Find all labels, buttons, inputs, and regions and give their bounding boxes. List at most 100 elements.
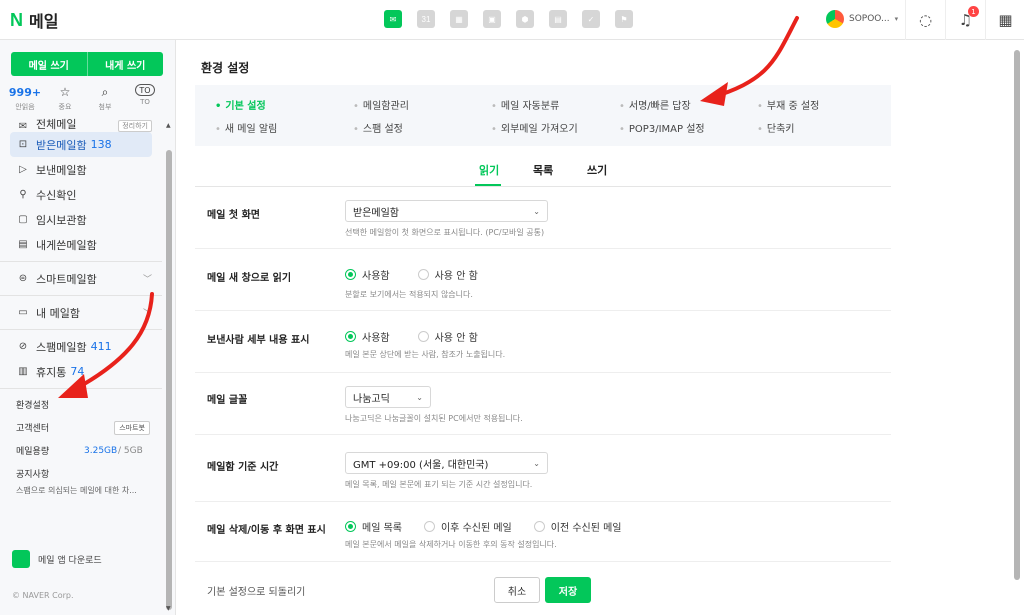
copyright: © NAVER Corp. bbox=[12, 591, 74, 600]
menu-absence[interactable]: 부재 중 설정 bbox=[757, 97, 819, 112]
sender-detail-radios: 사용함 사용 안 함 bbox=[345, 329, 506, 344]
photo-icon[interactable]: ▦ bbox=[450, 10, 468, 28]
draft-icon: ▢ bbox=[18, 214, 28, 225]
notice-link[interactable]: 공지사항 bbox=[0, 462, 162, 485]
divider bbox=[0, 329, 162, 330]
menu-pop3-imap[interactable]: POP3/IMAP 설정 bbox=[619, 120, 705, 135]
sidebar-item-read-receipt[interactable]: ⚲ 수신확인 bbox=[0, 182, 162, 207]
storage-info: 메일용량 3.25GB / 5GB bbox=[16, 445, 143, 458]
timezone-desc: 메일 목록, 메일 본문에 표기 되는 기준 시간 설정입니다. bbox=[345, 480, 533, 489]
quick-filters: 999+ 안읽음 ☆ 중요 ⌕ 첨부 TO TO bbox=[9, 84, 160, 112]
naver-mail-logo[interactable]: N 메일 bbox=[10, 8, 58, 32]
menu-mailbox-manage[interactable]: 메일함관리 bbox=[353, 97, 409, 112]
grid-icon: ▦ bbox=[998, 11, 1013, 29]
sidebar-item-all-mail[interactable]: ✉ 전체메일 정리하기 bbox=[0, 114, 162, 132]
settings-menu: 기본 설정 메일함관리 메일 자동분류 서명/빠른 답장 부재 중 설정 새 메… bbox=[195, 85, 891, 146]
sidebar-item-smart-mailbox[interactable]: ⊜ 스마트메일함 ﹀ bbox=[0, 266, 162, 291]
new-window-off-radio[interactable]: 사용 안 함 bbox=[417, 267, 478, 282]
sidebar-item-inbox[interactable]: ⊡ 받은메일함 138 bbox=[10, 132, 152, 157]
user-name: SOPOO... bbox=[849, 14, 890, 24]
row-font: 메일 글꼴 나눔고딕 ⌄ 나눔고딕은 나눔글꼴이 설치된 PC에서만 적용됩니다… bbox=[195, 373, 891, 435]
sidebar-item-my-mailbox[interactable]: ▭ 내 메일함 ﹀ bbox=[0, 300, 162, 325]
menu-signature[interactable]: 서명/빠른 답장 bbox=[619, 97, 691, 112]
notice-text[interactable]: 스팸으로 의심되는 메일에 대한 차... bbox=[0, 485, 150, 503]
memo-icon[interactable]: ▤ bbox=[549, 10, 567, 28]
quick-important[interactable]: ☆ 중요 bbox=[50, 84, 80, 112]
todo-icon[interactable]: ✓ bbox=[582, 10, 600, 28]
caret-down-icon: ▾ bbox=[894, 15, 899, 23]
after-delete-next-radio[interactable]: 이후 수신된 메일 bbox=[423, 519, 512, 534]
sidebar-item-spam[interactable]: ⊘ 스팸메일함 411 bbox=[0, 334, 162, 359]
chat-button[interactable]: ◌ bbox=[905, 0, 945, 40]
bookmark-icon[interactable]: ⚑ bbox=[615, 10, 633, 28]
scroll-up-icon[interactable]: ▲ bbox=[166, 122, 171, 129]
sidebar-item-drafts[interactable]: ▢ 임시보관함 bbox=[0, 207, 162, 232]
new-window-on-radio[interactable]: 사용함 bbox=[345, 267, 390, 282]
save-button[interactable]: 저장 bbox=[545, 577, 591, 603]
new-window-desc: 분할로 보기에서는 적용되지 않습니다. bbox=[345, 290, 473, 299]
contacts-icon[interactable]: ▣ bbox=[483, 10, 501, 28]
tab-list[interactable]: 목록 bbox=[533, 162, 553, 178]
quick-unread[interactable]: 999+ 안읽음 bbox=[9, 84, 41, 112]
menu-new-mail-alert[interactable]: 새 메일 알림 bbox=[215, 120, 277, 135]
quick-to-me[interactable]: TO TO bbox=[130, 84, 160, 112]
mail-icon[interactable]: ✉ bbox=[384, 10, 402, 28]
settings-link[interactable]: 환경설정 bbox=[0, 393, 162, 416]
block-icon: ⊘ bbox=[18, 341, 28, 352]
chevron-down-icon[interactable]: ﹀ bbox=[143, 272, 152, 285]
stack-icon: ⊜ bbox=[18, 273, 28, 284]
sidebar-item-to-self[interactable]: ▤ 내게쓴메일함 bbox=[0, 232, 162, 257]
sender-detail-off-radio[interactable]: 사용 안 함 bbox=[417, 329, 478, 344]
service-icons: ✉ 31 ▦ ▣ ⬢ ▤ ✓ ⚑ bbox=[384, 10, 633, 28]
calendar-icon[interactable]: 31 bbox=[417, 10, 435, 28]
divider bbox=[0, 295, 162, 296]
after-delete-list-radio[interactable]: 메일 목록 bbox=[345, 519, 402, 534]
cancel-button[interactable]: 취소 bbox=[494, 577, 540, 603]
user-menu[interactable]: SOPOO... ▾ bbox=[826, 10, 898, 28]
customer-center-link[interactable]: 고객센터 스마트봇 bbox=[0, 416, 162, 439]
new-window-radios: 사용함 사용 안 함 bbox=[345, 267, 506, 282]
quick-attachment[interactable]: ⌕ 첨부 bbox=[90, 84, 120, 112]
after-delete-prev-radio[interactable]: 이전 수신된 메일 bbox=[533, 519, 622, 534]
font-select[interactable]: 나눔고딕 ⌄ bbox=[345, 386, 431, 408]
trash-count: 74 bbox=[70, 365, 85, 378]
main-scrollbar[interactable] bbox=[1014, 50, 1020, 580]
chevron-down-icon[interactable]: ﹀ bbox=[143, 306, 152, 319]
notification-button[interactable]: ♫ 1 bbox=[945, 0, 985, 40]
compose-button[interactable]: 메일 쓰기 bbox=[11, 52, 87, 76]
menu-external-mail[interactable]: 외부메일 가져오기 bbox=[491, 120, 578, 135]
tab-write[interactable]: 쓰기 bbox=[587, 162, 607, 178]
after-delete-radios: 메일 목록 이후 수신된 메일 이전 수신된 메일 bbox=[345, 519, 650, 534]
paperclip-icon: ⌕ bbox=[101, 84, 109, 99]
scroll-down-icon[interactable]: ▼ bbox=[166, 605, 171, 612]
folder-icon: ▭ bbox=[18, 307, 28, 318]
timezone-select[interactable]: GMT +09:00 (서울, 대한민국) ⌄ bbox=[345, 452, 548, 474]
first-screen-select[interactable]: 받은메일함 ⌄ bbox=[345, 200, 548, 222]
after-delete-desc: 메일 본문에서 메일을 삭제하거나 이동한 후의 동작 설정입니다. bbox=[345, 540, 557, 549]
reset-defaults-link[interactable]: 기본 설정으로 되돌리기 bbox=[207, 583, 305, 598]
cloud-icon[interactable]: ⬢ bbox=[516, 10, 534, 28]
cleanup-button[interactable]: 정리하기 bbox=[118, 120, 152, 132]
row-first-screen: 메일 첫 화면 받은메일함 ⌄ 선택한 메일함이 첫 화면으로 표시됩니다. (… bbox=[195, 187, 891, 249]
app-download-link[interactable]: 메일 앱 다운로드 bbox=[12, 550, 102, 568]
tab-read[interactable]: 읽기 bbox=[479, 162, 499, 178]
menu-basic-settings[interactable]: 기본 설정 bbox=[215, 97, 265, 112]
menu-auto-sort[interactable]: 메일 자동분류 bbox=[491, 97, 559, 112]
sidebar-scrollbar[interactable] bbox=[166, 150, 172, 610]
page-title: 환경 설정 bbox=[201, 61, 250, 75]
font-label: 메일 글꼴 bbox=[207, 395, 248, 406]
menu-shortcuts[interactable]: 단축키 bbox=[757, 120, 795, 135]
sender-detail-on-radio[interactable]: 사용함 bbox=[345, 329, 390, 344]
apps-button[interactable]: ▦ bbox=[985, 0, 1024, 40]
trash-icon: ▥ bbox=[18, 366, 28, 377]
after-delete-label: 메일 삭제/이동 후 화면 표시 bbox=[207, 525, 326, 536]
write-to-self-button[interactable]: 내게 쓰기 bbox=[86, 52, 164, 76]
menu-spam-settings[interactable]: 스팸 설정 bbox=[353, 120, 403, 135]
row-after-delete: 메일 삭제/이동 후 화면 표시 메일 목록 이후 수신된 메일 이전 수신된 … bbox=[195, 502, 891, 562]
smartbot-button[interactable]: 스마트봇 bbox=[114, 420, 150, 435]
first-screen-label: 메일 첫 화면 bbox=[207, 210, 260, 221]
sidebar-item-sent[interactable]: ▷ 보낸메일함 bbox=[0, 157, 162, 182]
sidebar-item-trash[interactable]: ▥ 휴지통 74 bbox=[0, 359, 162, 384]
storage-total: / 5GB bbox=[118, 445, 143, 456]
inbox-icon: ⊡ bbox=[18, 139, 28, 150]
